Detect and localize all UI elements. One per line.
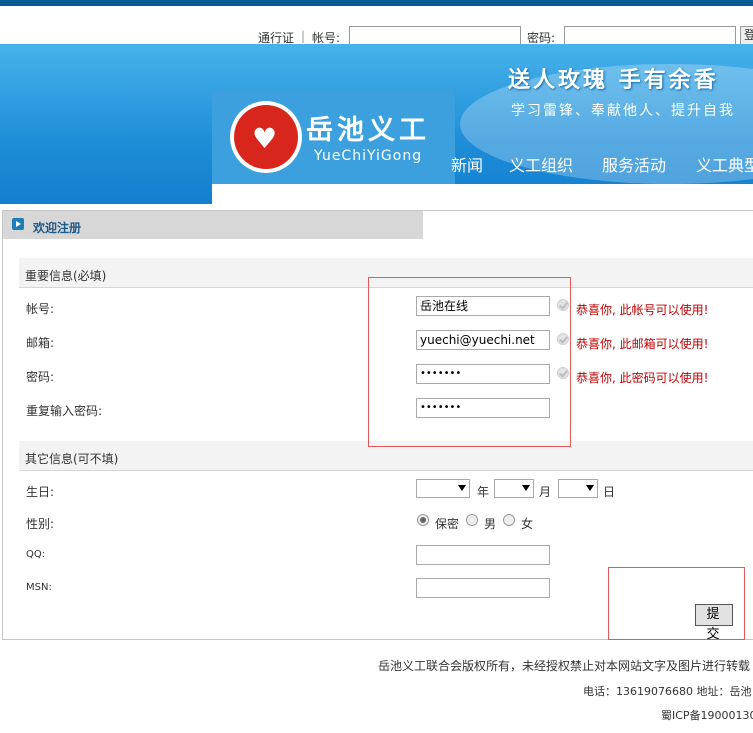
- chevron-down-icon: [586, 485, 594, 491]
- month-select[interactable]: [494, 479, 534, 498]
- chevron-down-icon: [522, 485, 530, 491]
- confirm-password-label: 重复输入密码:: [26, 404, 103, 418]
- gender-option-male: 男: [484, 517, 497, 531]
- password-input[interactable]: [564, 26, 736, 45]
- panel-header: 欢迎注册: [3, 211, 423, 239]
- nav-underline: [212, 184, 753, 204]
- logo-emblem: ♥: [230, 101, 302, 173]
- footer-copyright: 岳池义工联合会版权所有，未经授权禁止对本网站文字及图片进行转载: [378, 659, 751, 673]
- qq-label: QQ:: [26, 549, 46, 560]
- top-border: [0, 0, 753, 6]
- main-nav: 新闻 义工组织 服务活动 义工典型: [451, 140, 753, 184]
- section-optional-title: 其它信息(可不填): [25, 452, 119, 466]
- login-button[interactable]: 登: [740, 26, 753, 45]
- highlight-box-submit: [608, 567, 745, 640]
- gender-radio-male[interactable]: [466, 514, 478, 526]
- play-icon: [12, 218, 24, 230]
- heart-hand-icon: ♥: [252, 122, 278, 155]
- logo-text-en: YueChiYiGong: [314, 148, 423, 164]
- gender-radio-female[interactable]: [503, 514, 515, 526]
- site-logo[interactable]: ♥ 岳池义工 YueChiYiGong: [212, 90, 455, 184]
- account-input[interactable]: [349, 26, 521, 45]
- logo-text-cn: 岳池义工: [306, 115, 430, 146]
- section-required-title: 重要信息(必填): [25, 269, 107, 283]
- day-unit: 日: [603, 485, 616, 499]
- highlight-box-required: [368, 277, 571, 447]
- nav-item-activities[interactable]: 服务活动: [602, 152, 666, 176]
- email-label: 邮箱:: [26, 336, 55, 350]
- login-bar: 通行证 | 帐号: 密码: 登: [0, 24, 753, 46]
- gender-option-female: 女: [521, 517, 534, 531]
- msn-field[interactable]: [416, 578, 550, 598]
- footer-contact: 电话：13619076680 地址：岳池: [583, 685, 752, 698]
- footer-icp[interactable]: 蜀ICP备19000130号: [661, 707, 753, 723]
- year-select[interactable]: [416, 479, 470, 498]
- month-unit: 月: [539, 485, 552, 499]
- day-select[interactable]: [558, 479, 598, 498]
- password-message: 恭喜你, 此密码可以使用!: [576, 371, 709, 385]
- chevron-down-icon: [458, 485, 466, 491]
- gender-radio-secret[interactable]: [417, 514, 429, 526]
- nav-item-models[interactable]: 义工典型: [696, 152, 753, 176]
- birthday-label: 生日:: [26, 485, 55, 499]
- year-unit: 年: [477, 485, 490, 499]
- password-label: 密码:: [26, 370, 55, 384]
- panel-title: 欢迎注册: [33, 221, 82, 235]
- gender-option-secret: 保密: [435, 517, 460, 531]
- slogan-main: 送人玫瑰 手有余香: [508, 67, 719, 93]
- divider: |: [301, 29, 306, 43]
- nav-item-organizations[interactable]: 义工组织: [509, 152, 573, 176]
- slogan-sub: 学习雷锋、奉献他人、提升自我: [511, 103, 735, 119]
- username-label: 帐号:: [26, 302, 55, 316]
- email-message: 恭喜你, 此邮箱可以使用!: [576, 337, 709, 351]
- msn-label: MSN:: [26, 582, 52, 593]
- qq-field[interactable]: [416, 545, 550, 565]
- username-message: 恭喜你, 此帐号可以使用!: [576, 303, 709, 317]
- nav-item-news[interactable]: 新闻: [451, 152, 483, 176]
- gender-label: 性别:: [26, 517, 55, 531]
- header-banner: 送人玫瑰 手有余香 学习雷锋、奉献他人、提升自我 ♥ 岳池义工 YueChiYi…: [0, 44, 753, 204]
